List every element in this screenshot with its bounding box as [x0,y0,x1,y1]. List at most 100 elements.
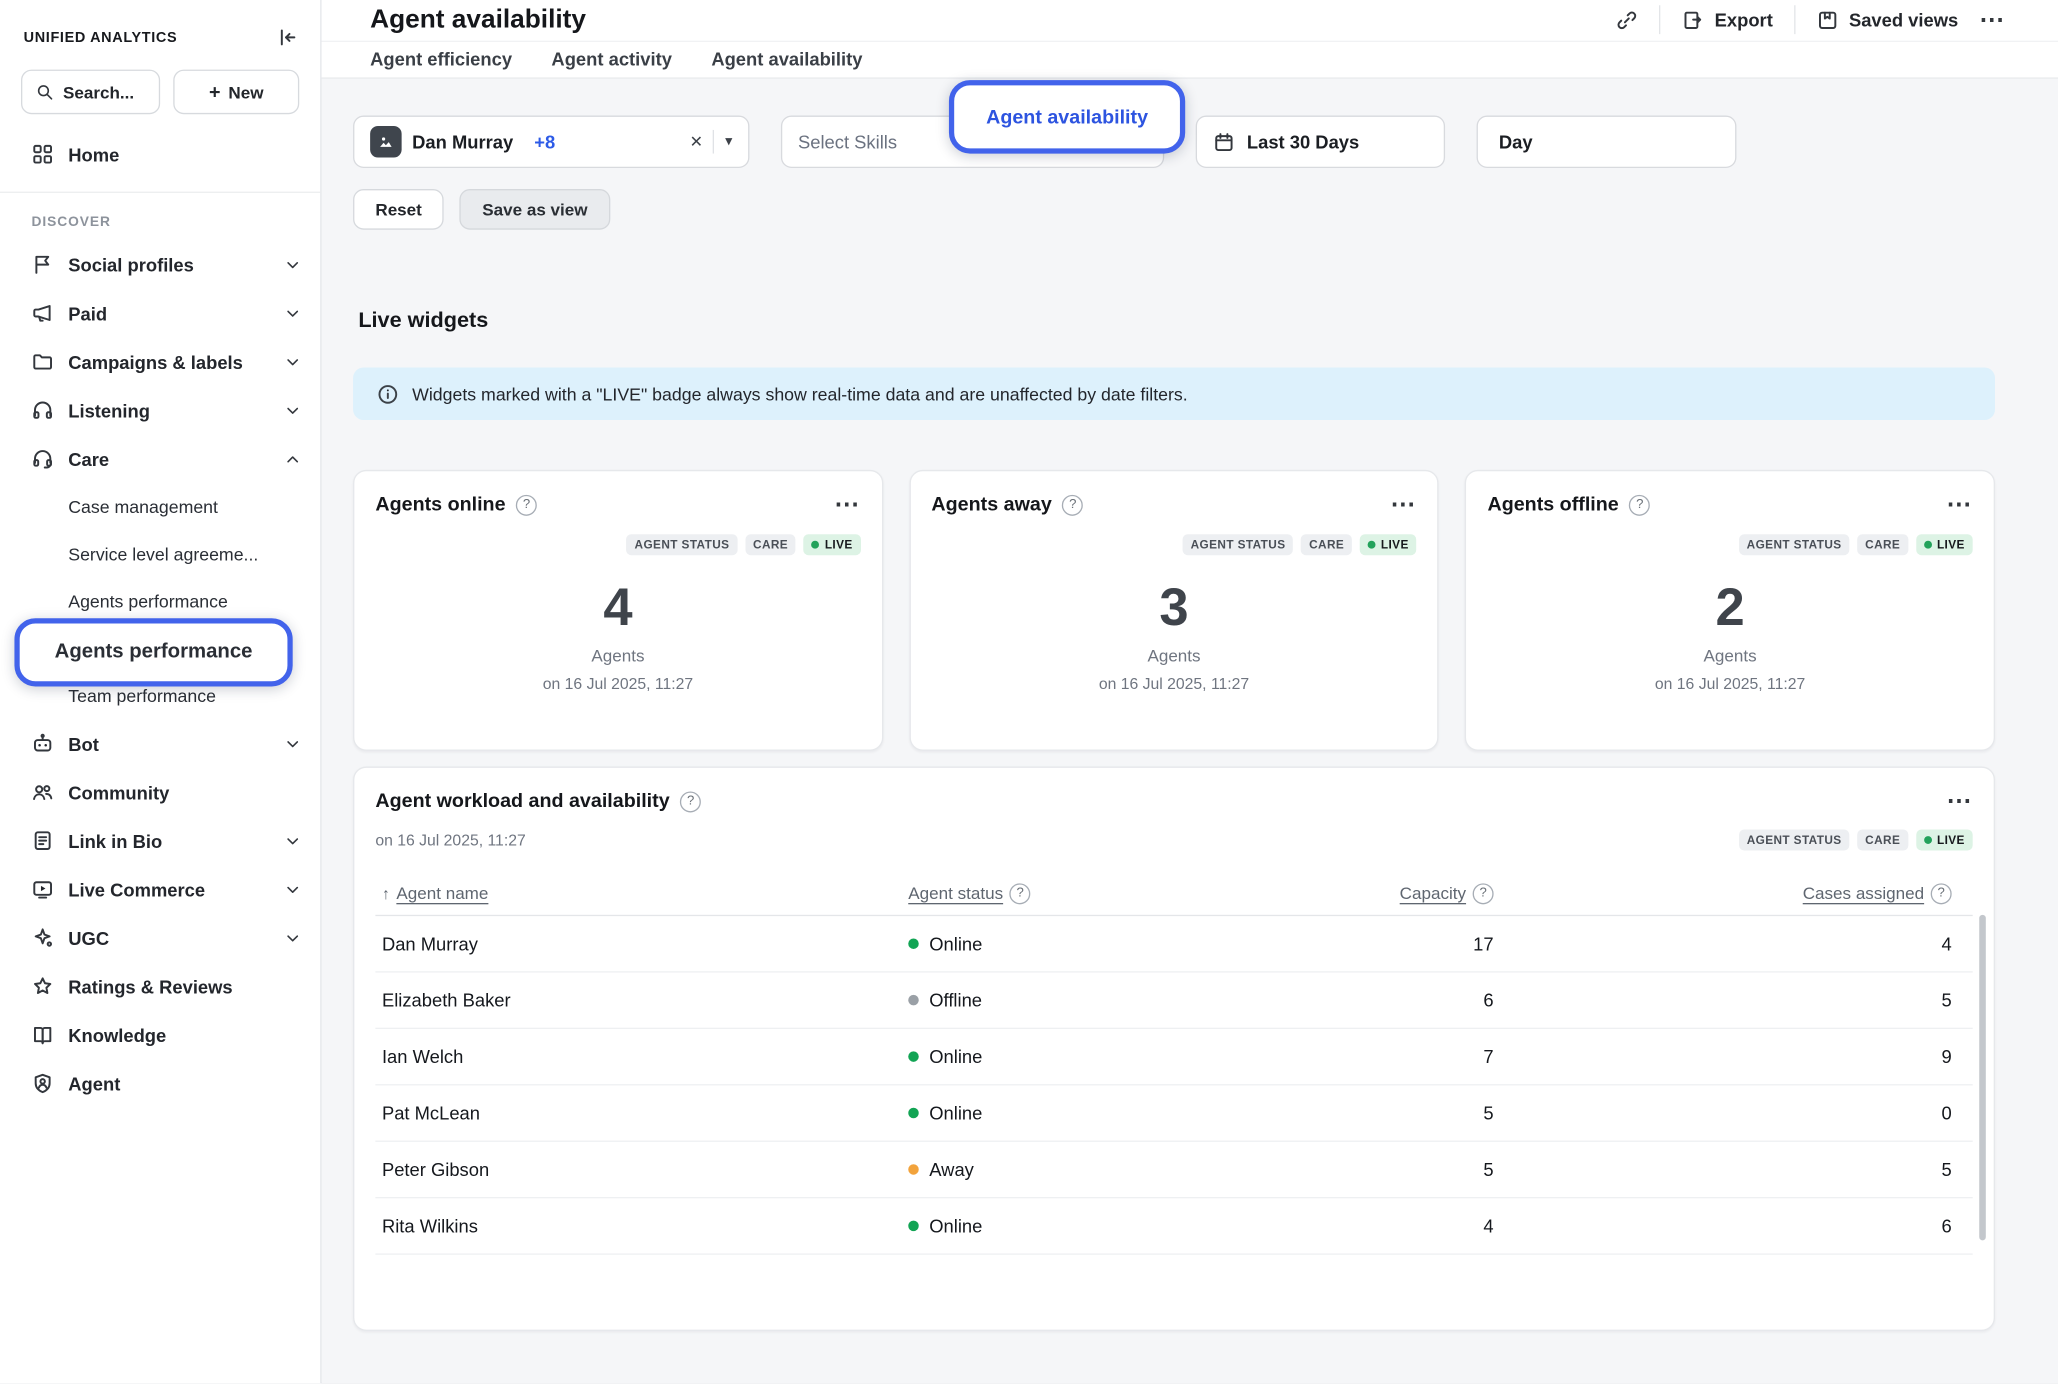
card-menu-button[interactable]: ⋯ [1946,492,1972,517]
sidebar-item-home[interactable]: Home [0,130,320,179]
sidebar-item-community[interactable]: Community [0,768,320,817]
agents-online-card: Agents online ? ⋯ AGENT STATUS CARE LIVE… [353,470,883,751]
sidebar-item-label: UGC [68,927,109,948]
saved-views-button[interactable]: Saved views [1816,9,1958,31]
live-badge: LIVE [1916,534,1973,555]
agent-filter-chip[interactable]: Dan Murray +8 ✕ ▾ [353,116,749,169]
agent-status-badge: AGENT STATUS [1739,830,1850,851]
table-row[interactable]: Rita Wilkins Online 4 6 [375,1198,1972,1254]
chevron-down-icon[interactable]: ▾ [725,135,732,149]
table-scrollbar[interactable] [1979,915,1986,1241]
column-agent-name[interactable]: Agent name [396,883,488,903]
sidebar-item-paid[interactable]: Paid [0,289,320,338]
tab-agent-efficiency[interactable]: Agent efficiency [370,49,512,70]
sidebar-item-social-profiles[interactable]: Social profiles [0,240,320,289]
info-icon [377,383,399,405]
screen-play-icon [32,878,54,900]
sidebar-item-bot[interactable]: Bot [0,719,320,768]
agent-workload-card: Agent workload and availability ? ⋯ on 1… [353,767,1995,1331]
table-row[interactable]: Dan Murray Online 17 4 [375,916,1972,972]
agent-shield-icon [32,1072,54,1094]
save-as-view-button[interactable]: Save as view [460,189,610,230]
card-menu-button[interactable]: ⋯ [834,492,860,517]
robot-icon [32,732,54,754]
sidebar-item-link-in-bio[interactable]: Link in Bio [0,816,320,865]
new-button[interactable]: + New [173,70,299,115]
live-widget-cards: Agents online ? ⋯ AGENT STATUS CARE LIVE… [353,470,1995,751]
annotation-agent-availability-tab[interactable]: Agent availability [949,80,1185,154]
sidebar-item-knowledge[interactable]: Knowledge [0,1011,320,1060]
card-menu-button[interactable]: ⋯ [1946,789,1972,814]
workload-title: Agent workload and availability [375,790,669,812]
skills-placeholder: Select Skills [798,131,897,152]
sidebar-item-listening[interactable]: Listening [0,386,320,435]
table-row[interactable]: Ian Welch Online 7 9 [375,1029,1972,1085]
table-row[interactable]: Peter Gibson Away 5 5 [375,1142,1972,1198]
live-info-banner: Widgets marked with a "LIVE" badge alway… [353,368,1995,421]
live-dot-icon [812,541,820,549]
help-icon[interactable]: ? [1629,494,1650,515]
sidebar-item-label: Bot [68,733,99,754]
sidebar-item-label: Community [68,782,169,803]
sidebar-item-label: Campaigns & labels [68,351,243,372]
ellipsis-icon: ⋯ [1390,492,1416,517]
date-range-picker[interactable]: Last 30 Days [1196,116,1445,169]
table-row[interactable]: Elizabeth Baker Offline 6 5 [375,973,1972,1029]
column-agent-status[interactable]: Agent status [908,883,1003,903]
granularity-select[interactable]: Day [1477,116,1737,169]
table-row[interactable]: Pat McLean Online 5 0 [375,1085,1972,1141]
live-dot-icon [1924,541,1932,549]
sidebar-section-label: DISCOVER [0,196,320,241]
metric-value: 4 [375,579,860,637]
sidebar-item-campaigns-labels[interactable]: Campaigns & labels [0,337,320,386]
headset-icon [32,448,54,470]
search-icon [35,83,53,101]
help-icon[interactable]: ? [1473,883,1494,904]
help-icon[interactable]: ? [1010,883,1031,904]
chevron-down-icon [284,734,302,752]
collapse-sidebar-button[interactable] [277,26,299,48]
reset-button[interactable]: Reset [353,189,444,230]
page-content: Dan Murray +8 ✕ ▾ Select Skills ▾ [322,79,2058,1384]
column-cases-assigned[interactable]: Cases assigned [1803,883,1924,903]
agent-name-cell: Dan Murray [375,933,908,954]
image-icon [377,133,395,151]
agent-filter-count: +8 [534,131,555,152]
report-tabs: Agent efficiency Agent activity Agent av… [322,41,2058,78]
agent-status-badge: AGENT STATUS [627,534,738,555]
sidebar-item-service-level-agreements[interactable]: Service level agreeme... [0,530,320,577]
help-icon[interactable]: ? [1062,494,1083,515]
search-input[interactable]: Search... [21,70,160,115]
metric-timestamp: on 16 Jul 2025, 11:27 [931,675,1416,693]
care-badge: CARE [1301,534,1352,555]
new-button-label: New [228,82,263,102]
sidebar-item-ratings-reviews[interactable]: Ratings & Reviews [0,962,320,1011]
tab-agent-activity[interactable]: Agent activity [551,49,672,70]
help-icon[interactable]: ? [1931,883,1952,904]
agent-filter-value: Dan Murray [412,131,513,152]
share-link-button[interactable] [1616,9,1638,31]
cases-assigned-cell: 0 [1504,1103,1973,1124]
card-menu-button[interactable]: ⋯ [1390,492,1416,517]
tab-agent-availability[interactable]: Agent availability [711,49,862,70]
link-icon [1616,9,1638,31]
agent-status-cell: Online [908,1215,1302,1236]
header-more-button[interactable]: ⋯ [1979,8,2005,33]
agent-status-cell: Online [908,1103,1302,1124]
clear-filter-icon[interactable]: ✕ [690,133,703,151]
sidebar-divider [0,192,320,193]
status-label: Online [929,933,982,954]
chevron-down-icon [284,304,302,322]
help-icon[interactable]: ? [516,494,537,515]
live-dot-icon [1924,836,1932,844]
sort-asc-icon[interactable]: ↑ [382,884,390,902]
sidebar-item-agent[interactable]: Agent [0,1059,320,1108]
sidebar-item-case-management[interactable]: Case management [0,483,320,530]
sidebar-item-care[interactable]: Care [0,434,320,483]
status-label: Offline [929,990,982,1011]
sidebar-item-live-commerce[interactable]: Live Commerce [0,865,320,914]
help-icon[interactable]: ? [680,791,701,812]
sidebar-item-ugc[interactable]: UGC [0,914,320,963]
column-capacity[interactable]: Capacity [1400,883,1466,903]
export-button[interactable]: Export [1682,9,1773,31]
